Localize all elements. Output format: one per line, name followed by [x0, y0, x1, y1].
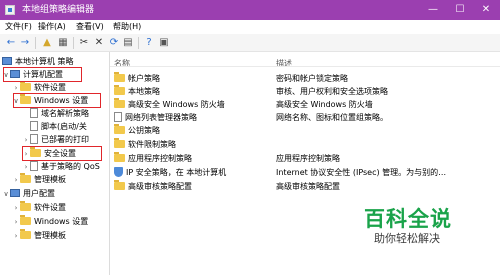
folder-icon: [114, 72, 125, 82]
chevron-down-icon[interactable]: ∨: [2, 189, 10, 200]
computer-icon: [2, 57, 12, 65]
toolbar: ← → ▲ ▦ ✂ ✕ ⟳ ▤ ? ▣: [0, 34, 500, 52]
tree-user-admin-templates[interactable]: › 管理模板: [12, 229, 66, 242]
chevron-right-icon[interactable]: ›: [12, 175, 20, 186]
menu-help[interactable]: 帮助(H): [113, 22, 141, 32]
cut-icon[interactable]: ✂: [78, 37, 90, 49]
details-pane: 名称 描述 帐户策略 密码和帐户锁定策略 本地策略 审核、用户权利和安全选项策略…: [110, 52, 500, 275]
list-item[interactable]: 软件限制策略: [110, 138, 500, 151]
chevron-right-icon[interactable]: ›: [22, 162, 30, 173]
tree-qos[interactable]: › 基于策略的 QoS: [22, 161, 100, 173]
chart-icon: [30, 161, 38, 171]
folder-icon: [114, 180, 125, 190]
tree-user-config[interactable]: ∨ 用户配置: [2, 188, 55, 200]
menu-file[interactable]: 文件(F): [5, 22, 32, 32]
chevron-right-icon[interactable]: ›: [12, 203, 20, 214]
list-item[interactable]: IP 安全策略，在 本地计算机 Internet 协议安全性 (IPsec) 管…: [110, 167, 500, 179]
list-item[interactable]: 帐户策略 密码和帐户锁定策略: [110, 72, 500, 85]
chevron-right-icon[interactable]: ›: [12, 231, 20, 242]
folder-icon: [20, 81, 31, 91]
folder-up-icon[interactable]: ▲: [41, 37, 53, 49]
column-header-description[interactable]: 描述: [276, 58, 292, 69]
chevron-right-icon[interactable]: ›: [22, 135, 30, 146]
export-icon[interactable]: ▤: [122, 37, 134, 49]
watermark-logo: 百科全说: [364, 207, 452, 231]
folder-icon: [20, 215, 31, 225]
list-item[interactable]: 高级安全 Windows 防火墙 高级安全 Windows 防火墙: [110, 98, 500, 111]
folder-icon: [20, 229, 31, 239]
minimize-button[interactable]: —: [419, 0, 447, 20]
folder-icon: [20, 201, 31, 211]
list-item[interactable]: 高级审核策略配置 高级审核策略配置: [110, 180, 500, 193]
menu-bar: 文件(F) 操作(A) 查看(V) 帮助(H): [0, 20, 500, 34]
printer-icon: [30, 134, 38, 144]
tree-printers[interactable]: › 已部署的打印: [22, 134, 89, 146]
chevron-right-icon[interactable]: ›: [12, 217, 20, 228]
maximize-button[interactable]: ☐: [446, 0, 474, 20]
highlight-computer-config: [3, 67, 82, 82]
tree-user-software-settings[interactable]: › 软件设置: [12, 201, 66, 214]
show-tree-icon[interactable]: ▦: [57, 37, 69, 49]
refresh-icon[interactable]: ⟳: [108, 37, 120, 49]
highlight-windows-settings: [13, 93, 101, 108]
folder-icon: [114, 152, 125, 162]
header-divider: [110, 66, 500, 67]
document-icon: [30, 108, 38, 118]
ip-security-icon: [114, 167, 123, 177]
window-title: 本地组策略编辑器: [22, 5, 95, 15]
app-icon: [5, 5, 15, 15]
list-item[interactable]: 网络列表管理器策略 网络名称、图标和位置组策略。: [110, 112, 500, 124]
watermark-slogan: 助你轻松解决: [374, 232, 440, 245]
toolbar-separator: [35, 37, 36, 49]
document-icon: [30, 121, 38, 131]
menu-action[interactable]: 操作(A): [38, 22, 66, 32]
help-icon[interactable]: ?: [143, 37, 155, 49]
toolbar-separator: [73, 37, 74, 49]
title-bar: 本地组策略编辑器 — ☐ ✕: [0, 0, 500, 20]
folder-icon: [114, 138, 125, 148]
list-item[interactable]: 公钥策略: [110, 124, 500, 137]
tree-pane: 本地计算机 策略 ∨ 计算机配置 › 软件设置 ∨ Windows 设置 域名解析策略…: [0, 52, 110, 275]
tree-admin-templates[interactable]: › 管理模板: [12, 173, 66, 186]
highlight-security-settings: [22, 146, 102, 161]
list-item[interactable]: 应用程序控制策略 应用程序控制策略: [110, 152, 500, 165]
tree-user-windows-settings[interactable]: › Windows 设置: [12, 215, 88, 228]
folder-icon: [20, 173, 31, 183]
close-button[interactable]: ✕: [472, 0, 500, 20]
delete-icon[interactable]: ✕: [93, 37, 105, 49]
forward-arrow-icon[interactable]: →: [19, 37, 31, 49]
folder-icon: [114, 124, 125, 134]
column-header-name[interactable]: 名称: [114, 58, 130, 69]
folder-icon: [114, 85, 125, 95]
menu-view[interactable]: 查看(V): [76, 22, 104, 32]
tree-scripts[interactable]: 脚本(启动/关: [22, 121, 87, 133]
toolbar-separator: [138, 37, 139, 49]
back-arrow-icon[interactable]: ←: [5, 37, 17, 49]
user-icon: [10, 189, 20, 197]
folder-icon: [114, 98, 125, 108]
document-icon: [114, 112, 122, 122]
tree-dns[interactable]: 域名解析策略: [22, 108, 89, 120]
list-item[interactable]: 本地策略 审核、用户权利和安全选项策略: [110, 85, 500, 98]
properties-icon[interactable]: ▣: [158, 37, 170, 49]
